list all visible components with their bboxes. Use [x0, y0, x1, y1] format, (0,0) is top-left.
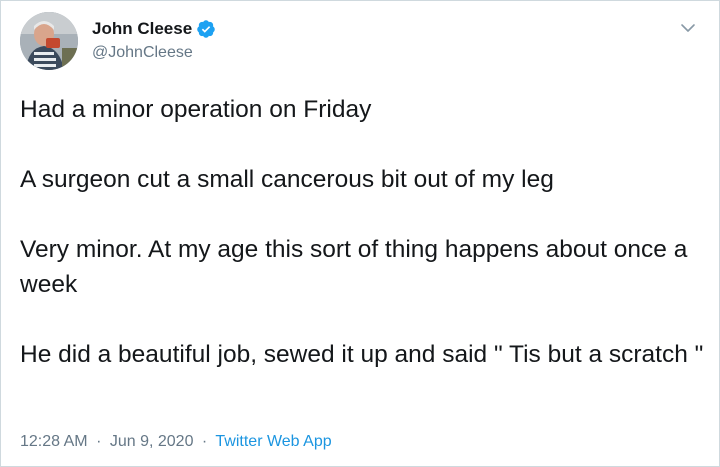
tweet-text: Had a minor operation on Friday A surgeo…	[20, 92, 705, 372]
tweet-date[interactable]: Jun 9, 2020	[110, 433, 194, 450]
author-display-name[interactable]: John Cleese	[92, 19, 192, 39]
tweet-paragraph: He did a beautiful job, sewed it up and …	[20, 341, 704, 368]
avatar[interactable]	[20, 12, 78, 70]
author-name-row[interactable]: John Cleese	[92, 18, 216, 40]
author-handle[interactable]: @JohnCleese	[92, 44, 193, 62]
tweet-timestamp[interactable]: 12:28 AM	[20, 433, 88, 450]
meta-separator: ·	[201, 433, 208, 450]
verified-badge-icon	[196, 19, 216, 39]
tweet-paragraph: Had a minor operation on Friday	[20, 96, 372, 123]
tweet-source-link[interactable]: Twitter Web App	[215, 433, 331, 450]
avatar-image	[20, 12, 78, 70]
meta-separator: ·	[96, 433, 102, 450]
tweet-card: John Cleese @JohnCleese Had a minor oper…	[0, 0, 720, 467]
tweet-paragraph: Very minor. At my age this sort of thing…	[20, 236, 688, 298]
tweet-metadata: 12:28 AM · Jun 9, 2020 · Twitter Web App	[20, 433, 332, 451]
chevron-down-icon[interactable]	[679, 19, 697, 37]
tweet-paragraph: A surgeon cut a small cancerous bit out …	[20, 166, 554, 193]
